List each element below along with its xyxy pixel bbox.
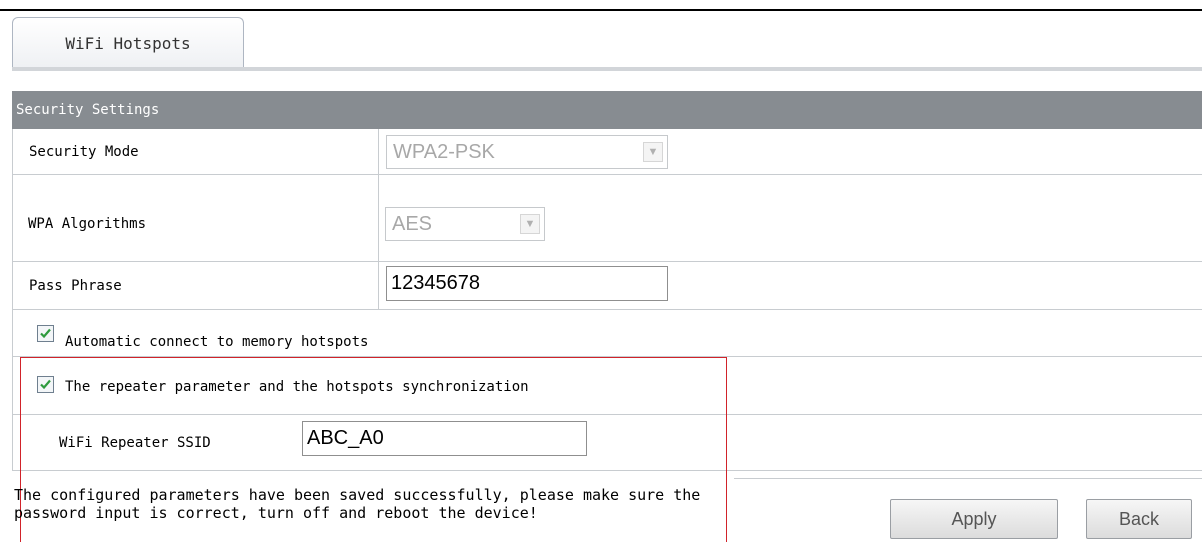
wpa-algorithms-select[interactable]: AES ▼	[385, 207, 545, 241]
apply-button[interactable]: Apply	[890, 499, 1058, 539]
column-divider	[378, 129, 379, 174]
auto-connect-label: Automatic connect to memory hotspots	[65, 334, 369, 350]
section-header: Security Settings	[12, 91, 1202, 129]
pass-phrase-input[interactable]: 12345678	[386, 266, 668, 301]
security-mode-row: Security Mode WPA2-PSK ▼	[12, 129, 1202, 175]
section-title: Security Settings	[16, 102, 160, 118]
top-border	[0, 9, 1202, 11]
tab-wifi-hotspots[interactable]: WiFi Hotspots	[12, 17, 244, 69]
security-mode-label: Security Mode	[29, 143, 139, 160]
wpa-algorithms-value: AES	[392, 212, 433, 235]
wpa-algorithms-content: WPA Algorithms AES ▼	[12, 206, 1202, 242]
auto-connect-checkbox[interactable]	[37, 325, 54, 342]
pass-phrase-label: Pass Phrase	[29, 277, 122, 294]
chevron-down-icon: ▼	[643, 142, 663, 162]
auto-connect-row: Automatic connect to memory hotspots	[12, 310, 1202, 357]
back-button[interactable]: Back	[1086, 499, 1192, 539]
pass-phrase-row: Pass Phrase 12345678	[12, 262, 1202, 310]
tab-bar-underline	[12, 67, 1202, 71]
status-message: The configured parameters have been save…	[14, 486, 701, 522]
chevron-down-icon: ▼	[520, 214, 540, 234]
checkmark-icon	[40, 328, 51, 339]
footer-divider	[734, 478, 1202, 479]
pass-phrase-value: 12345678	[391, 272, 480, 294]
tab-label: WiFi Hotspots	[65, 34, 191, 53]
wpa-algorithms-label: WPA Algorithms	[28, 216, 147, 232]
security-mode-select[interactable]: WPA2-PSK ▼	[386, 135, 668, 169]
column-divider	[378, 262, 379, 309]
security-mode-value: WPA2-PSK	[393, 140, 495, 163]
